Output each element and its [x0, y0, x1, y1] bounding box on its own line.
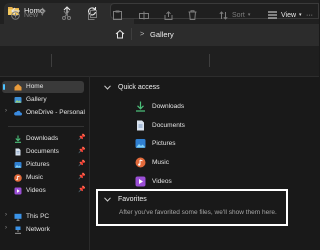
list-item-label: Downloads [152, 103, 185, 110]
new-button-label: New [24, 11, 39, 19]
pin-icon[interactable]: 📌 [78, 147, 85, 154]
favorites-title: Favorites [118, 196, 147, 203]
quick-access-item-music[interactable]: Music [135, 156, 169, 169]
view-button-label: View [281, 11, 297, 19]
sidebar-item-network[interactable]: Network [14, 224, 50, 235]
rename-button[interactable] [139, 8, 149, 22]
quick-access-item-videos[interactable]: Videos [135, 175, 172, 188]
videos-icon [14, 187, 22, 194]
list-item-label: Documents [152, 122, 185, 129]
gallery-icon [14, 96, 22, 103]
breadcrumb-gallery[interactable]: Gallery [150, 30, 174, 39]
copy-button[interactable] [88, 8, 97, 22]
toolbar-divider [209, 54, 210, 67]
address-divider [131, 28, 132, 40]
sort-icon [219, 10, 228, 20]
sidebar-item-onedrive[interactable]: OneDrive - Personal [14, 107, 85, 118]
sidebar-item-label: Music [26, 174, 43, 181]
share-button[interactable] [164, 8, 173, 22]
pictures-icon [135, 139, 146, 148]
documents-icon [15, 148, 21, 155]
chevron-down-icon [104, 197, 111, 202]
quick-access-header[interactable]: Quick access [104, 84, 160, 91]
cloud-icon [14, 110, 22, 115]
sidebar-item-videos[interactable]: Videos [14, 185, 46, 196]
home-icon [115, 29, 125, 39]
trash-icon [188, 10, 197, 20]
command-bar [0, 46, 319, 77]
sidebar-item-label: Downloads [26, 135, 59, 142]
pin-icon[interactable]: 📌 [78, 134, 85, 141]
copy-icon [88, 10, 97, 20]
rename-icon [139, 11, 149, 19]
sidebar-divider [8, 126, 84, 127]
pane-splitter[interactable] [89, 76, 90, 250]
pin-icon[interactable]: 📌 [78, 160, 85, 167]
sidebar-item-label: Videos [26, 187, 46, 194]
sidebar-item-this-pc[interactable]: This PC [14, 211, 49, 222]
favorites-highlight-box [96, 189, 288, 226]
more-icon: ··· [306, 11, 313, 19]
toolbar-divider [51, 54, 52, 67]
pc-icon [14, 213, 22, 221]
chevron-down-icon: ▾ [41, 12, 44, 18]
list-item-label: Music [152, 159, 169, 166]
sidebar-item-music[interactable]: Music [14, 172, 43, 183]
sidebar-item-pictures[interactable]: Pictures [14, 159, 49, 170]
sidebar-item-gallery[interactable]: Gallery [14, 94, 47, 105]
list-item-label: Pictures [152, 140, 176, 147]
sidebar-item-label: OneDrive - Personal [26, 109, 85, 116]
quick-access-item-documents[interactable]: Documents [135, 119, 185, 132]
breadcrumb-separator: > [140, 29, 145, 38]
more-options-button[interactable]: ··· [306, 8, 313, 22]
sidebar-item-documents[interactable]: Documents [14, 146, 59, 157]
share-icon [164, 10, 173, 20]
new-button[interactable]: New ▾ [11, 8, 44, 22]
download-icon [136, 101, 145, 112]
sidebar-item-label: Home [26, 83, 44, 90]
home-icon [14, 83, 22, 90]
quick-access-item-pictures[interactable]: Pictures [135, 137, 175, 150]
list-item-label: Videos [152, 178, 172, 185]
chevron-down-icon [104, 85, 111, 90]
expand-chevron-icon[interactable]: › [5, 225, 7, 231]
scissors-icon [62, 10, 71, 20]
download-icon [15, 135, 21, 143]
sort-button[interactable]: Sort ▾ [219, 8, 250, 22]
sidebar-item-home[interactable]: Home [14, 81, 43, 92]
pin-icon[interactable]: 📌 [78, 173, 85, 180]
favorites-empty-message: After you've favorited some files, we'll… [119, 209, 277, 216]
documents-icon [137, 120, 144, 131]
music-icon [135, 157, 146, 168]
sidebar-item-label: Pictures [26, 161, 50, 168]
paste-button[interactable] [113, 8, 122, 22]
sidebar-item-label: Gallery [26, 96, 47, 103]
expand-chevron-icon[interactable]: › [5, 212, 7, 218]
sort-button-label: Sort [232, 11, 245, 19]
cut-button[interactable] [62, 8, 71, 22]
pictures-icon [14, 161, 22, 168]
favorites-header[interactable]: Favorites [104, 196, 147, 203]
sidebar-item-downloads[interactable]: Downloads [14, 133, 58, 144]
view-button[interactable]: View ▾ [268, 8, 302, 22]
plus-circle-icon [11, 10, 20, 20]
quick-access-item-downloads[interactable]: Downloads [135, 100, 184, 113]
delete-button[interactable] [188, 8, 197, 22]
chevron-down-icon: ▾ [299, 12, 302, 18]
quick-access-title: Quick access [118, 84, 160, 91]
selection-indicator [3, 84, 5, 90]
sidebar-item-label: Network [26, 226, 50, 233]
music-icon [14, 173, 22, 182]
pin-icon[interactable]: 📌 [78, 186, 85, 193]
chevron-down-icon: ▾ [247, 12, 251, 18]
paste-icon [113, 10, 122, 20]
expand-chevron-icon[interactable]: › [5, 108, 7, 114]
videos-icon [135, 176, 146, 187]
sidebar-item-label: Documents [26, 148, 59, 155]
sidebar-item-label: This PC [26, 213, 50, 220]
network-icon [15, 226, 21, 234]
view-icon [268, 11, 277, 19]
